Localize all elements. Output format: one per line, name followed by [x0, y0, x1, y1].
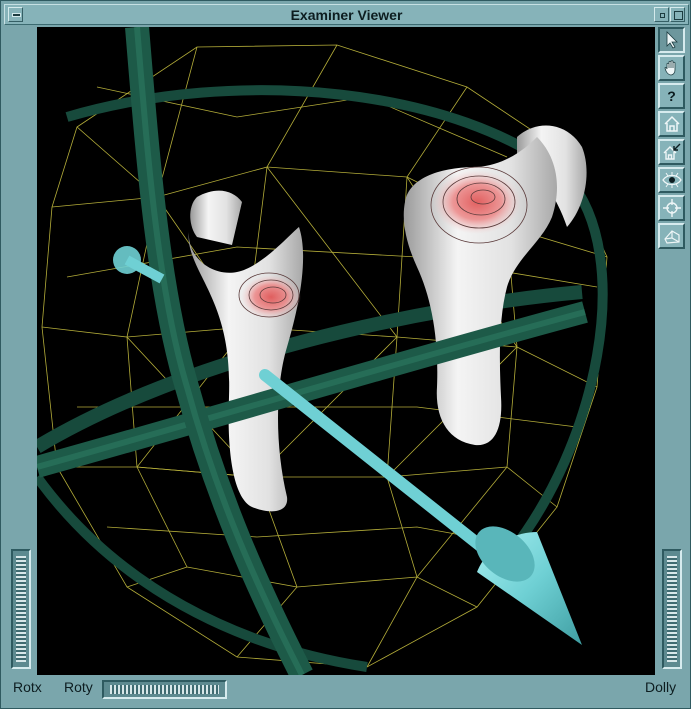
right-toolbar: ? [656, 27, 687, 675]
roty-label: Roty [64, 679, 93, 695]
dolly-label: Dolly [645, 679, 677, 695]
back-meridian-ring-lower [37, 474, 368, 672]
arrow-pointer-icon [664, 31, 680, 49]
window-title: Examiner Viewer [290, 7, 403, 23]
rotx-label: Rotx [13, 679, 42, 695]
rotx-thumbwheel-grip [16, 556, 26, 662]
examiner-viewer-window: Examiner Viewer ? Rotx Roty Dolly [0, 0, 691, 709]
dolly-thumbwheel[interactable] [662, 549, 682, 669]
roty-thumbwheel-grip [110, 685, 219, 694]
hand-icon [663, 59, 681, 77]
left-decoration-panel [6, 27, 36, 675]
3d-viewport[interactable] [37, 27, 655, 675]
view-all-button[interactable] [658, 167, 685, 193]
question-mark-icon: ? [667, 88, 676, 104]
minimize-button[interactable] [654, 7, 669, 22]
maximize-button[interactable] [670, 7, 685, 22]
rotx-thumbwheel[interactable] [11, 549, 31, 669]
set-home-button[interactable] [658, 139, 685, 165]
crosshair-icon [662, 199, 681, 217]
title-bar[interactable]: Examiner Viewer [4, 4, 689, 25]
projection-toggle-button[interactable] [658, 223, 685, 249]
scene-graphic [37, 27, 608, 675]
home-button[interactable] [658, 111, 685, 137]
seek-button[interactable] [658, 195, 685, 221]
eye-icon [661, 171, 682, 189]
home-icon [663, 115, 681, 133]
right-bone-model [403, 125, 587, 446]
help-button[interactable]: ? [658, 83, 685, 109]
set-home-icon [663, 143, 681, 161]
pick-mode-button[interactable] [658, 27, 685, 53]
dolly-thumbwheel-grip [667, 556, 677, 662]
roty-thumbwheel[interactable] [102, 680, 227, 699]
view-mode-button[interactable] [658, 55, 685, 81]
perspective-cube-icon [663, 227, 681, 245]
